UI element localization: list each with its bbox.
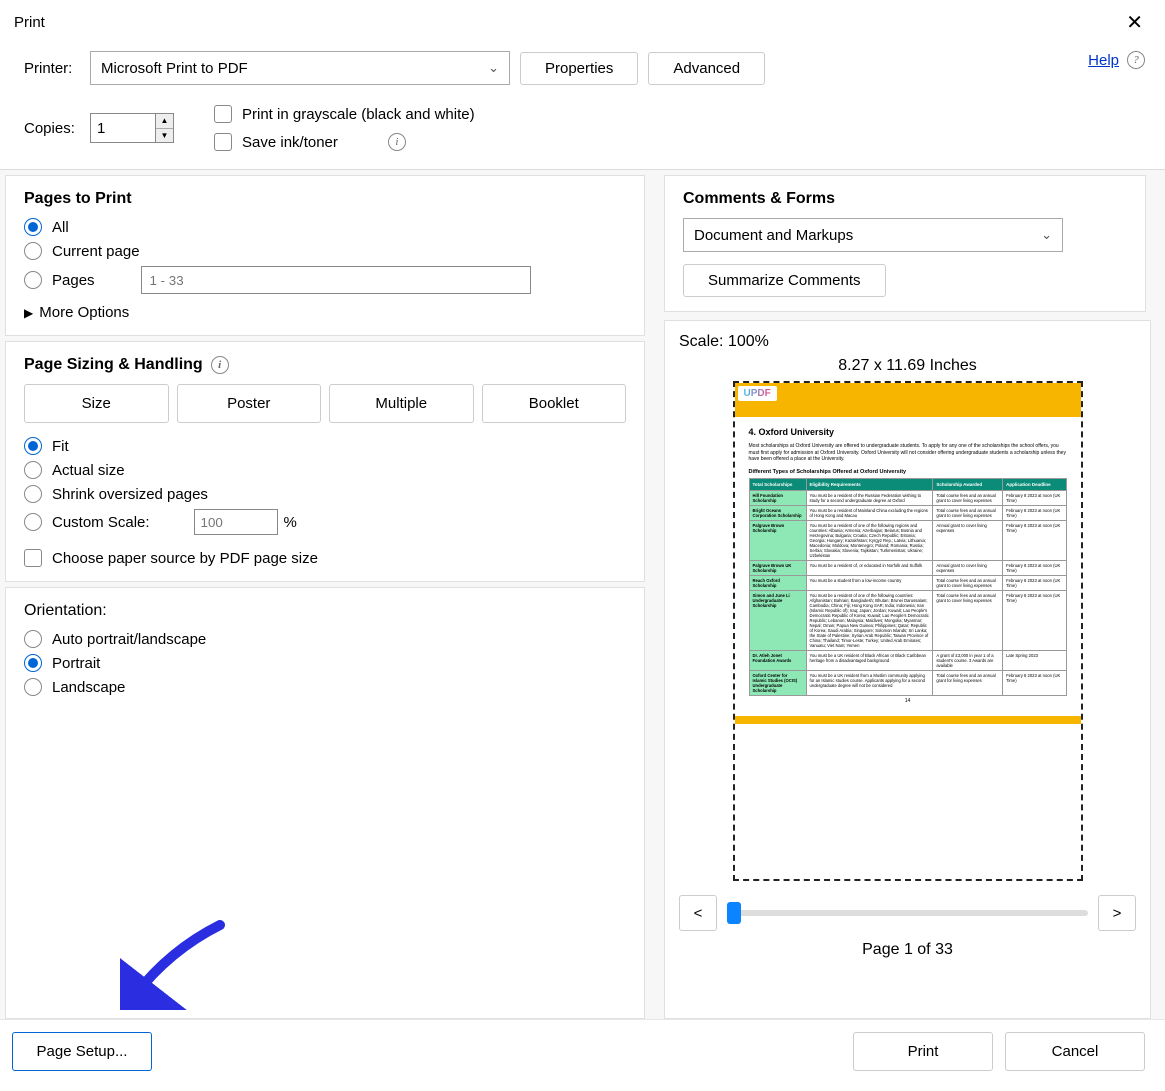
doc-table: Total ScholarshipsEligibility Requiremen… [749,478,1067,696]
auto-orient-label: Auto portrait/landscape [52,631,206,648]
info-icon[interactable]: i [388,133,406,151]
shrink-radio[interactable] [24,485,42,503]
current-page-label: Current page [52,243,140,260]
pages-to-print-heading: Pages to Print [24,190,626,208]
comments-forms-selected: Document and Markups [694,227,853,244]
dialog-title: Print [14,14,45,31]
fit-label: Fit [52,438,69,455]
info-icon[interactable]: i [211,356,229,374]
percent-label: % [284,514,297,531]
help-info-icon[interactable]: ? [1127,51,1145,69]
actual-label: Actual size [52,462,125,479]
preview-panel: Scale: 100% 8.27 x 11.69 Inches UPDF 4. … [664,320,1151,1019]
doc-para: Most scholarships at Oxford University a… [749,443,1067,463]
custom-scale-label: Custom Scale: [52,514,150,531]
landscape-label: Landscape [52,679,125,696]
size-button[interactable]: Size [24,384,169,423]
orientation-panel: Orientation: Auto portrait/landscape Por… [5,587,645,1019]
copies-input[interactable] [90,113,156,143]
grayscale-checkbox[interactable] [214,105,232,123]
current-page-radio[interactable] [24,242,42,260]
page-indicator: Page 1 of 33 [679,941,1136,959]
printer-select[interactable]: Microsoft Print to PDF ⌄ [90,51,510,85]
printer-selected: Microsoft Print to PDF [101,60,248,77]
pages-range-label: Pages [52,272,95,289]
page-slider[interactable] [727,910,1088,916]
summarize-comments-button[interactable]: Summarize Comments [683,264,886,297]
preview-page: UPDF 4. Oxford University Most scholarsh… [733,381,1083,881]
custom-scale-radio[interactable] [24,513,42,531]
paper-source-checkbox[interactable] [24,549,42,567]
page-setup-button[interactable]: Page Setup... [12,1032,152,1071]
help-link[interactable]: Help [1088,52,1119,69]
shrink-label: Shrink oversized pages [52,486,208,503]
doc-page-num: 14 [749,696,1067,706]
next-page-button[interactable]: > [1098,895,1136,931]
fit-radio[interactable] [24,437,42,455]
orientation-heading: Orientation: [24,602,626,620]
poster-button[interactable]: Poster [177,384,322,423]
slider-thumb[interactable] [727,902,741,924]
pages-range-radio[interactable] [24,271,42,289]
doc-heading: 4. Oxford University [749,427,1067,437]
cancel-button[interactable]: Cancel [1005,1032,1145,1071]
actual-radio[interactable] [24,461,42,479]
portrait-label: Portrait [52,655,100,672]
auto-orient-radio[interactable] [24,630,42,648]
copies-label: Copies: [24,120,80,137]
copies-down-icon[interactable]: ▼ [156,129,173,143]
triangle-right-icon: ▶ [24,306,33,320]
doc-subhead: Different Types of Scholarships Offered … [749,469,1067,475]
pages-to-print-panel: Pages to Print All Current page Pages ▶ … [5,175,645,336]
sizing-heading: Page Sizing & Handling i [24,356,626,374]
saveink-checkbox[interactable] [214,133,232,151]
comments-forms-panel: Comments & Forms Document and Markups ⌄ … [664,175,1146,312]
paper-source-label: Choose paper source by PDF page size [52,550,318,567]
comments-forms-heading: Comments & Forms [683,190,1127,208]
portrait-radio[interactable] [24,654,42,672]
advanced-button[interactable]: Advanced [648,52,765,85]
pages-range-input[interactable] [141,266,531,294]
saveink-label: Save ink/toner [242,134,338,151]
close-icon[interactable]: ✕ [1118,8,1151,37]
comments-forms-select[interactable]: Document and Markups ⌄ [683,218,1063,252]
more-options-toggle[interactable]: ▶ More Options [24,304,626,321]
landscape-radio[interactable] [24,678,42,696]
more-options-label: More Options [39,304,129,321]
grayscale-label: Print in grayscale (black and white) [242,106,475,123]
copies-up-icon[interactable]: ▲ [156,114,173,129]
booklet-button[interactable]: Booklet [482,384,627,423]
printer-label: Printer: [24,60,80,77]
properties-button[interactable]: Properties [520,52,638,85]
all-pages-radio[interactable] [24,218,42,236]
all-pages-label: All [52,219,69,236]
chevron-down-icon: ⌄ [1041,227,1052,243]
prev-page-button[interactable]: < [679,895,717,931]
sizing-panel: Page Sizing & Handling i Size Poster Mul… [5,341,645,582]
print-button[interactable]: Print [853,1032,993,1071]
chevron-down-icon: ⌄ [488,60,499,76]
updf-logo: UPDF [738,386,777,401]
preview-scale-label: Scale: 100% [679,333,1136,351]
preview-dimensions-label: 8.27 x 11.69 Inches [679,357,1136,375]
custom-scale-input[interactable] [194,509,278,535]
multiple-button[interactable]: Multiple [329,384,474,423]
